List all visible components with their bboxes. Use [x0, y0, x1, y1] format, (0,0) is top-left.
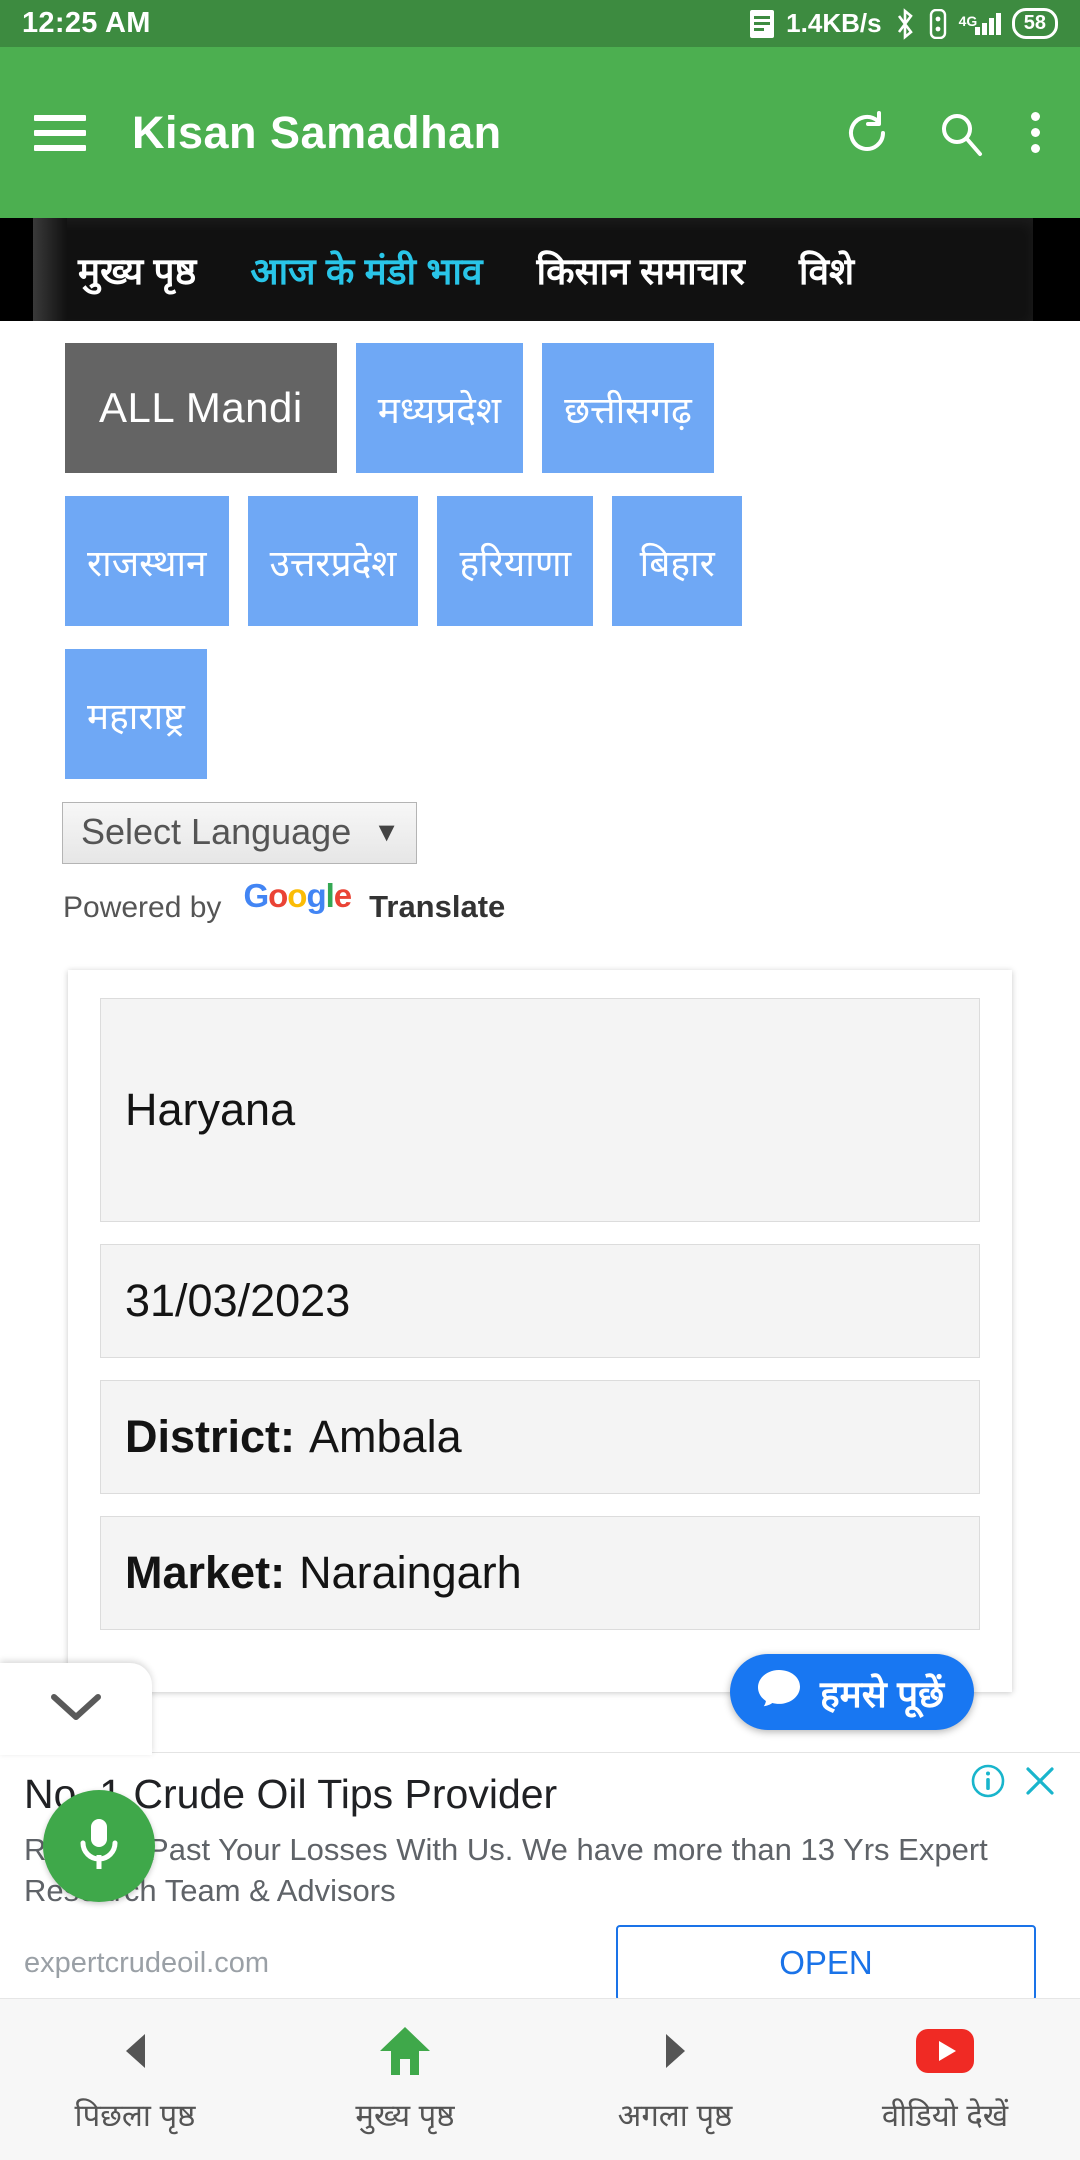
- tab-home[interactable]: मुख्य पृष्ठ: [78, 244, 196, 295]
- select-language-label: Select Language: [81, 811, 352, 852]
- tab-farmer-news[interactable]: किसान समाचार: [537, 244, 745, 295]
- state-button-maharashtra[interactable]: महाराष्ट्र: [65, 649, 207, 779]
- search-icon[interactable]: [937, 109, 985, 157]
- state-buttons-row-3: महाराष्ट्र: [0, 649, 1080, 779]
- nav-previous-page[interactable]: पिछला पृष्ठ: [0, 2024, 270, 2136]
- tab-strip[interactable]: मुख्य पृष्ठ आज के मंडी भाव किसान समाचार …: [33, 218, 1033, 321]
- kebab-menu-icon[interactable]: [1031, 112, 1040, 153]
- chevron-down-icon: [46, 1687, 106, 1732]
- ask-us-label: हमसे पूछें: [820, 1673, 945, 1715]
- advertisement: No. 1 Crude Oil Tips Provider Recover Pa…: [0, 1752, 1080, 2002]
- select-language-dropdown[interactable]: Select Language ▼: [62, 802, 417, 864]
- state-button-uttar-pradesh[interactable]: उत्तरप्रदेश: [247, 496, 419, 626]
- nav-previous-label: पिछला पृष्ठ: [74, 2097, 196, 2133]
- ad-open-button[interactable]: OPEN: [616, 1925, 1036, 2002]
- document-icon: [749, 9, 775, 39]
- voice-search-button[interactable]: [43, 1790, 155, 1902]
- translate-label: Translate: [369, 888, 506, 924]
- card-field-market: Market: Naraingarh: [100, 1515, 980, 1630]
- state-buttons-row-2: राजस्थान उत्तरप्रदेश हरियाणा बिहार: [0, 496, 1080, 626]
- info-icon[interactable]: [970, 1763, 1006, 1804]
- battery-icon: 58: [1011, 8, 1058, 39]
- powered-by-google-translate: Powered by Google Translate: [62, 877, 1080, 925]
- ad-description: Recover Past Your Losses With Us. We hav…: [24, 1832, 988, 1909]
- nav-home[interactable]: मुख्य पृष्ठ: [270, 2024, 540, 2136]
- sim-icon: [928, 8, 948, 39]
- district-value: Ambala: [309, 1410, 462, 1462]
- mandi-card: Haryana 31/03/2023 District: Ambala Mark…: [68, 969, 1012, 1692]
- state-buttons-row-1: ALL Mandi मध्यप्रदेश छत्तीसगढ़: [0, 343, 1080, 473]
- powered-by-label: Powered by: [63, 890, 222, 924]
- nav-next-label: अगला पृष्ठ: [617, 2097, 733, 2133]
- nav-watch-video[interactable]: वीडियो देखें: [810, 2024, 1080, 2136]
- tab-special[interactable]: विशे: [799, 244, 854, 295]
- state-button-chhattisgarh[interactable]: छत्तीसगढ़: [542, 343, 714, 473]
- tab-mandi-rates[interactable]: आज के मंडी भाव: [250, 244, 482, 295]
- state-button-rajasthan[interactable]: राजस्थान: [65, 496, 229, 626]
- card-field-date: 31/03/2023: [100, 1243, 980, 1358]
- close-icon[interactable]: [1022, 1763, 1058, 1804]
- status-bar: 12:25 AM 1.4KB/s 4G 58: [0, 0, 1080, 47]
- nav-video-label: वीडियो देखें: [881, 2097, 1009, 2133]
- nav-next-page[interactable]: अगला पृष्ठ: [540, 2024, 810, 2136]
- arrow-left-icon: [125, 2024, 145, 2078]
- state-button-madhya-pradesh[interactable]: मध्यप्रदेश: [355, 343, 524, 473]
- chat-bubble-icon: [756, 1667, 802, 1718]
- district-label: District:: [125, 1410, 296, 1462]
- state-button-all-mandi[interactable]: ALL Mandi: [65, 343, 337, 473]
- card-field-district: District: Ambala: [100, 1379, 980, 1494]
- hamburger-icon[interactable]: [34, 114, 86, 151]
- microphone-icon: [71, 1813, 127, 1880]
- ad-url: expertcrudeoil.com: [24, 1946, 269, 1979]
- bluetooth-icon: [893, 7, 917, 40]
- card-field-state: Haryana: [100, 997, 980, 1222]
- network-speed: 1.4KB/s: [786, 8, 882, 38]
- page-title: Kisan Samadhan: [132, 106, 502, 158]
- ask-us-chat-button[interactable]: हमसे पूछें: [730, 1654, 975, 1730]
- nav-home-label: मुख्य पृष्ठ: [355, 2097, 455, 2133]
- home-icon: [378, 2024, 432, 2078]
- signal-icon: 4G: [959, 12, 1001, 35]
- state-button-haryana[interactable]: हरियाणा: [437, 496, 594, 626]
- tab-strip-container: मुख्य पृष्ठ आज के मंडी भाव किसान समाचार …: [0, 218, 1080, 321]
- language-widget: Select Language ▼ Powered by Google Tran…: [0, 802, 1080, 925]
- market-label: Market:: [125, 1546, 286, 1598]
- youtube-icon: [914, 2024, 976, 2078]
- status-icons: 1.4KB/s 4G 58: [749, 7, 1058, 40]
- google-logo: Google: [243, 877, 352, 914]
- status-time: 12:25 AM: [22, 7, 151, 39]
- arrow-right-icon: [665, 2024, 685, 2078]
- app-bar: Kisan Samadhan: [0, 47, 1080, 218]
- ad-headline[interactable]: No. 1 Crude Oil Tips Provider: [24, 1771, 1056, 1818]
- market-value: Naraingarh: [299, 1546, 522, 1598]
- main-content: ALL Mandi मध्यप्रदेश छत्तीसगढ़ राजस्थान …: [0, 321, 1080, 1692]
- refresh-icon[interactable]: [843, 109, 891, 157]
- collapse-panel-button[interactable]: [0, 1663, 152, 1755]
- state-button-bihar[interactable]: बिहार: [612, 496, 743, 626]
- bottom-navigation: पिछला पृष्ठ मुख्य पृष्ठ अगला पृष्ठ वीडिय…: [0, 1998, 1080, 2160]
- chevron-down-icon: ▼: [373, 816, 400, 847]
